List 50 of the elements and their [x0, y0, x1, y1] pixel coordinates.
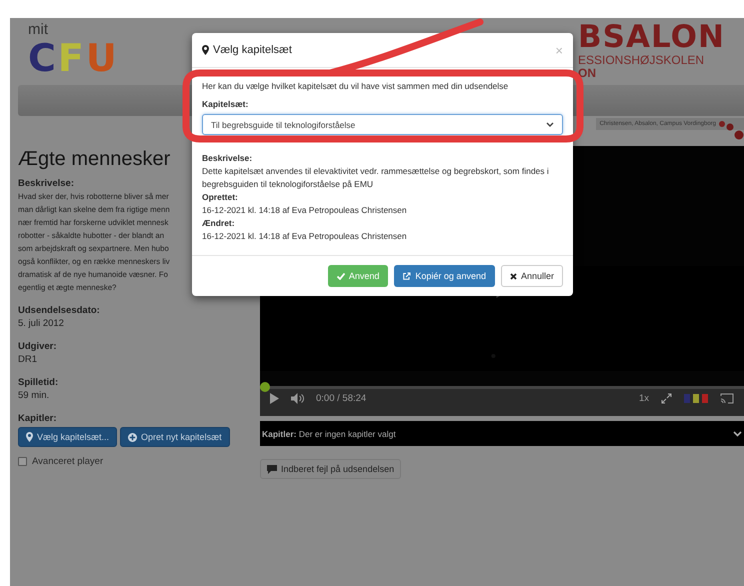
- fullscreen-icon[interactable]: [661, 393, 672, 404]
- description-label: Beskrivelse:: [18, 177, 74, 190]
- chapters-label: Kapitler:: [18, 412, 57, 425]
- map-pin-icon: [202, 45, 209, 55]
- speech-bubble-icon: [267, 464, 277, 474]
- progress-thumb[interactable]: [260, 382, 270, 392]
- school-logo: BSALON: [578, 20, 725, 54]
- detail-value: 16-12-2021 kl. 14:18 af Eva Petropouleas Christensen: [202, 204, 408, 217]
- chapter-button[interactable]: Vælg kapitelsæt...: [18, 427, 118, 447]
- time-display: 0:00 / 58:24: [316, 393, 366, 404]
- detail-value: Dette kapitelsæt anvendes til elevaktivitet vedr. rammesættelse og begrebskort, som findes i begrebsguiden til teknologiforståelse på EMU: [202, 165, 550, 191]
- dialog-intro: Her kan du vælge hvilket kapitelsæt du vil have vist sammen med din udsendelse: [202, 80, 508, 93]
- chapters-bar[interactable]: Kapitler: Der er ingen kapitler valgt: [260, 421, 744, 446]
- volume-icon[interactable]: [291, 393, 304, 404]
- school-name: ESSIONSHØJSKOLEN: [578, 54, 704, 67]
- field-label: Udgiver:: [18, 340, 57, 353]
- map-pin-icon: [26, 432, 33, 442]
- speed-control[interactable]: 1x: [638, 393, 649, 404]
- detail-label: Beskrivelse:: [202, 152, 252, 165]
- cast-icon[interactable]: [720, 393, 734, 404]
- share-icon: [403, 272, 412, 280]
- plus-circle-icon: [128, 432, 138, 442]
- ornament-drawing: [718, 120, 744, 142]
- chevron-down-icon: [733, 430, 742, 436]
- progress-track[interactable]: [260, 382, 744, 392]
- chapter-button[interactable]: Opret nyt kapitelsæt: [120, 427, 230, 447]
- cfu-logo: CFU: [28, 38, 119, 78]
- dialog-button[interactable]: Annuller: [500, 265, 563, 287]
- cfu-logo-icon: [684, 394, 708, 403]
- logo-prefix: mit: [28, 22, 49, 38]
- field-value: DR1: [18, 353, 38, 366]
- detail-value: 16-12-2021 kl. 14:18 af Eva Petropouleas Christensen: [202, 230, 408, 243]
- chevron-down-icon: [546, 122, 554, 127]
- report-error-button[interactable]: Indberet fejl på udsendelsen: [260, 459, 402, 479]
- field-label: Spilletid:: [18, 376, 58, 389]
- play-icon[interactable]: [270, 393, 279, 404]
- dialog-button[interactable]: Kopiér og anvend: [394, 265, 495, 287]
- field-value: 5. juli 2012: [18, 317, 64, 330]
- field-label: Udsendelsesdato:: [18, 304, 100, 317]
- close-icon: [510, 272, 517, 280]
- select-label: Kapitelsæt:: [202, 98, 248, 111]
- school-name: ON: [578, 67, 596, 80]
- program-title: Ægte mennesker: [18, 148, 170, 171]
- chapter-set-select[interactable]: Til begrebsguide til teknologiforståelse: [202, 114, 563, 135]
- field-value: 59 min.: [18, 389, 50, 402]
- checkmark-icon: [336, 272, 345, 280]
- dialog-title: Vælg kapitelsæt: [202, 44, 292, 56]
- detail-label: Oprettet:: [202, 191, 238, 204]
- detail-label: Ændret:: [202, 217, 235, 230]
- advanced-player-checkbox[interactable]: Avanceret player: [18, 456, 251, 467]
